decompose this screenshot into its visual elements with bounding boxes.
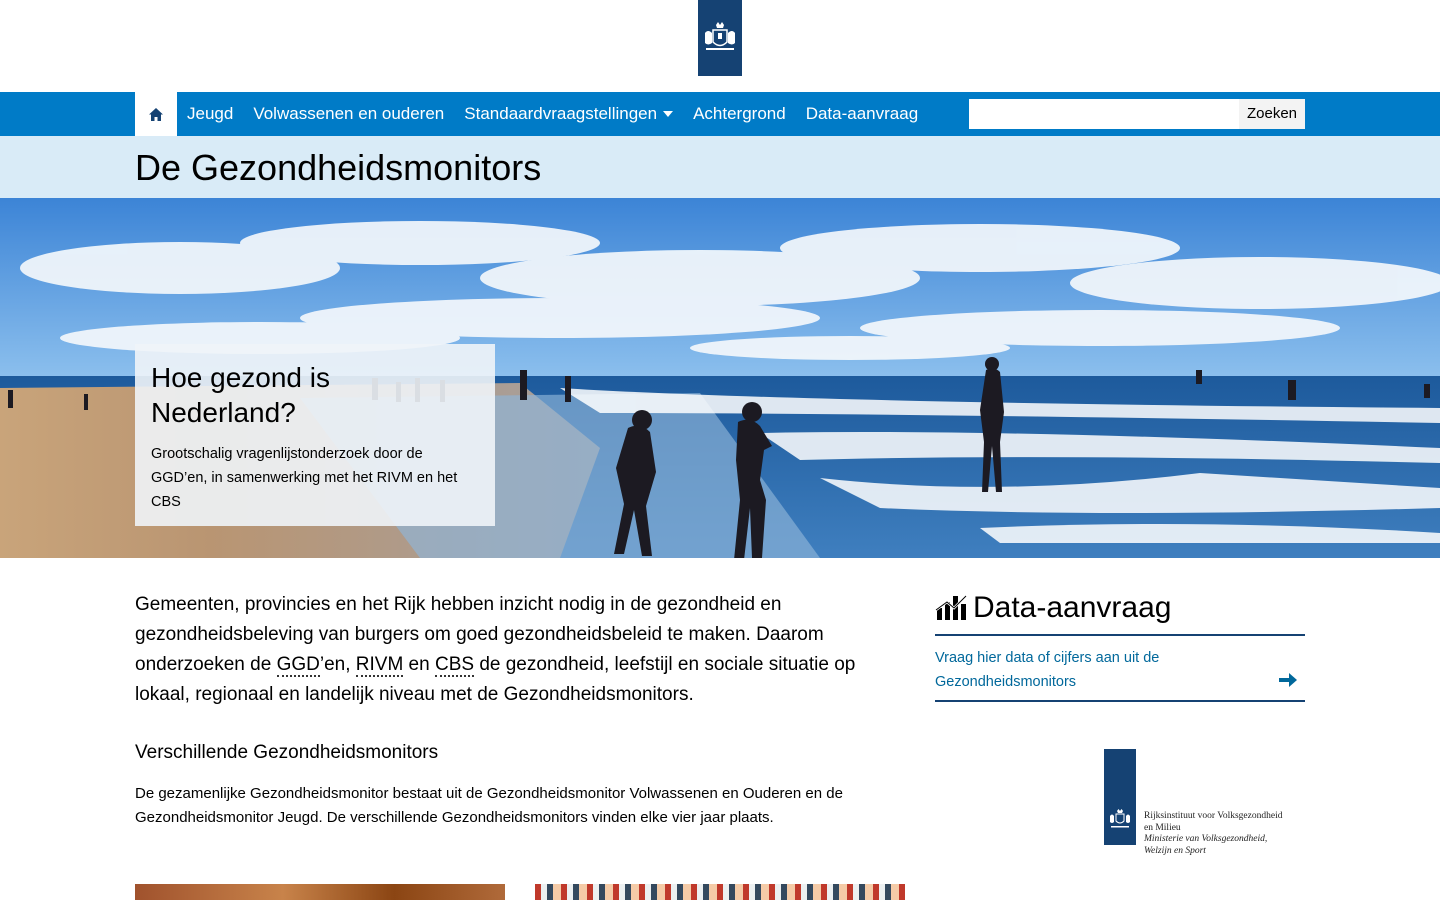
teaser-image-2[interactable] [535,884,905,900]
section-text: De gezamenlijke Gezondheidsmonitor besta… [135,785,843,826]
caret-down-icon [663,111,674,117]
nav-item-label: Jeugd [187,104,234,123]
rivm-logo-line: Rijksinstituut voor Volksgezondheid [1144,811,1283,821]
coat-of-arms-icon [1110,809,1130,828]
intro-text-2: ’en, [319,654,356,675]
abbr-cbs[interactable]: CBS [434,654,475,677]
nav-item-label: Volwassenen en ouderen [253,104,445,123]
arrow-right-icon[interactable] [1279,672,1297,688]
hero-card: Hoe gezond is Nederland? Grootschalig vr… [135,344,495,526]
rivm-logo-text: Rijksinstituut voor Volksgezondheid en M… [1144,811,1282,857]
main-navigation: Jeugd Volwassenen en ouderen Standaardvr… [0,92,1440,136]
rivm-logo-line: en Milieu [1144,822,1181,833]
home-icon [149,107,163,121]
rivm-logo-line: Welzijn en Sport [1144,845,1206,856]
nav-item-volwassenen[interactable]: Volwassenen en ouderen [243,92,454,136]
sidebar: Data-aanvraag Vraag hier data of cijfers… [935,590,1305,702]
search-button[interactable]: Zoeken [1239,99,1305,129]
hero-text: Grootschalig vragenlijstonderzoek door d… [151,446,458,510]
nav-home-button[interactable] [135,92,177,136]
chart-icon [935,595,967,620]
rijksoverheid-logo[interactable] [698,0,742,76]
header-logo-bar [0,0,1440,92]
hero-banner: Hoe gezond is Nederland? Grootschalig vr… [0,198,1440,558]
teaser-image-1[interactable] [135,884,505,900]
nav-item-label: Standaardvraagstellingen [464,104,658,123]
hero-title: Hoe gezond is Nederland? [151,362,331,428]
section-heading: Verschillende Gezondheidsmonitors [135,742,439,763]
abbr-rivm[interactable]: RIVM [355,654,404,677]
data-request-box: Vraag hier data of cijfers aan uit de Ge… [935,634,1305,702]
nav-item-achtergrond[interactable]: Achtergrond [683,92,796,136]
nav-item-data-aanvraag[interactable]: Data-aanvraag [796,92,928,136]
sidebar-title: Data-aanvraag [973,591,1172,624]
nav-item-jeugd[interactable]: Jeugd [177,92,243,136]
page-title: De Gezondheidsmonitors [135,147,542,188]
search-input[interactable] [969,99,1239,129]
abbr-ggd[interactable]: GGD [276,654,320,677]
rivm-logo[interactable]: Rijksinstituut voor Volksgezondheid en M… [1104,749,1294,861]
rivm-logo-line: Ministerie van Volksgezondheid, [1144,834,1268,844]
coat-of-arms-icon [705,22,735,50]
nav-item-label: Achtergrond [693,104,786,123]
nav-item-standaardvraagstellingen[interactable]: Standaardvraagstellingen [454,92,683,136]
nav-item-label: Data-aanvraag [805,104,919,123]
intro-text-3: en [403,654,435,675]
main-content: Gemeenten, provincies en het Rijk hebben… [135,590,905,830]
sidebar-header: Data-aanvraag [935,590,1305,626]
intro-paragraph: Gemeenten, provincies en het Rijk hebben… [135,590,905,710]
data-request-link[interactable]: Vraag hier data of cijfers aan uit de Ge… [935,646,1235,694]
rivm-ribbon [1104,749,1136,845]
title-band: De Gezondheidsmonitors [0,136,1440,198]
